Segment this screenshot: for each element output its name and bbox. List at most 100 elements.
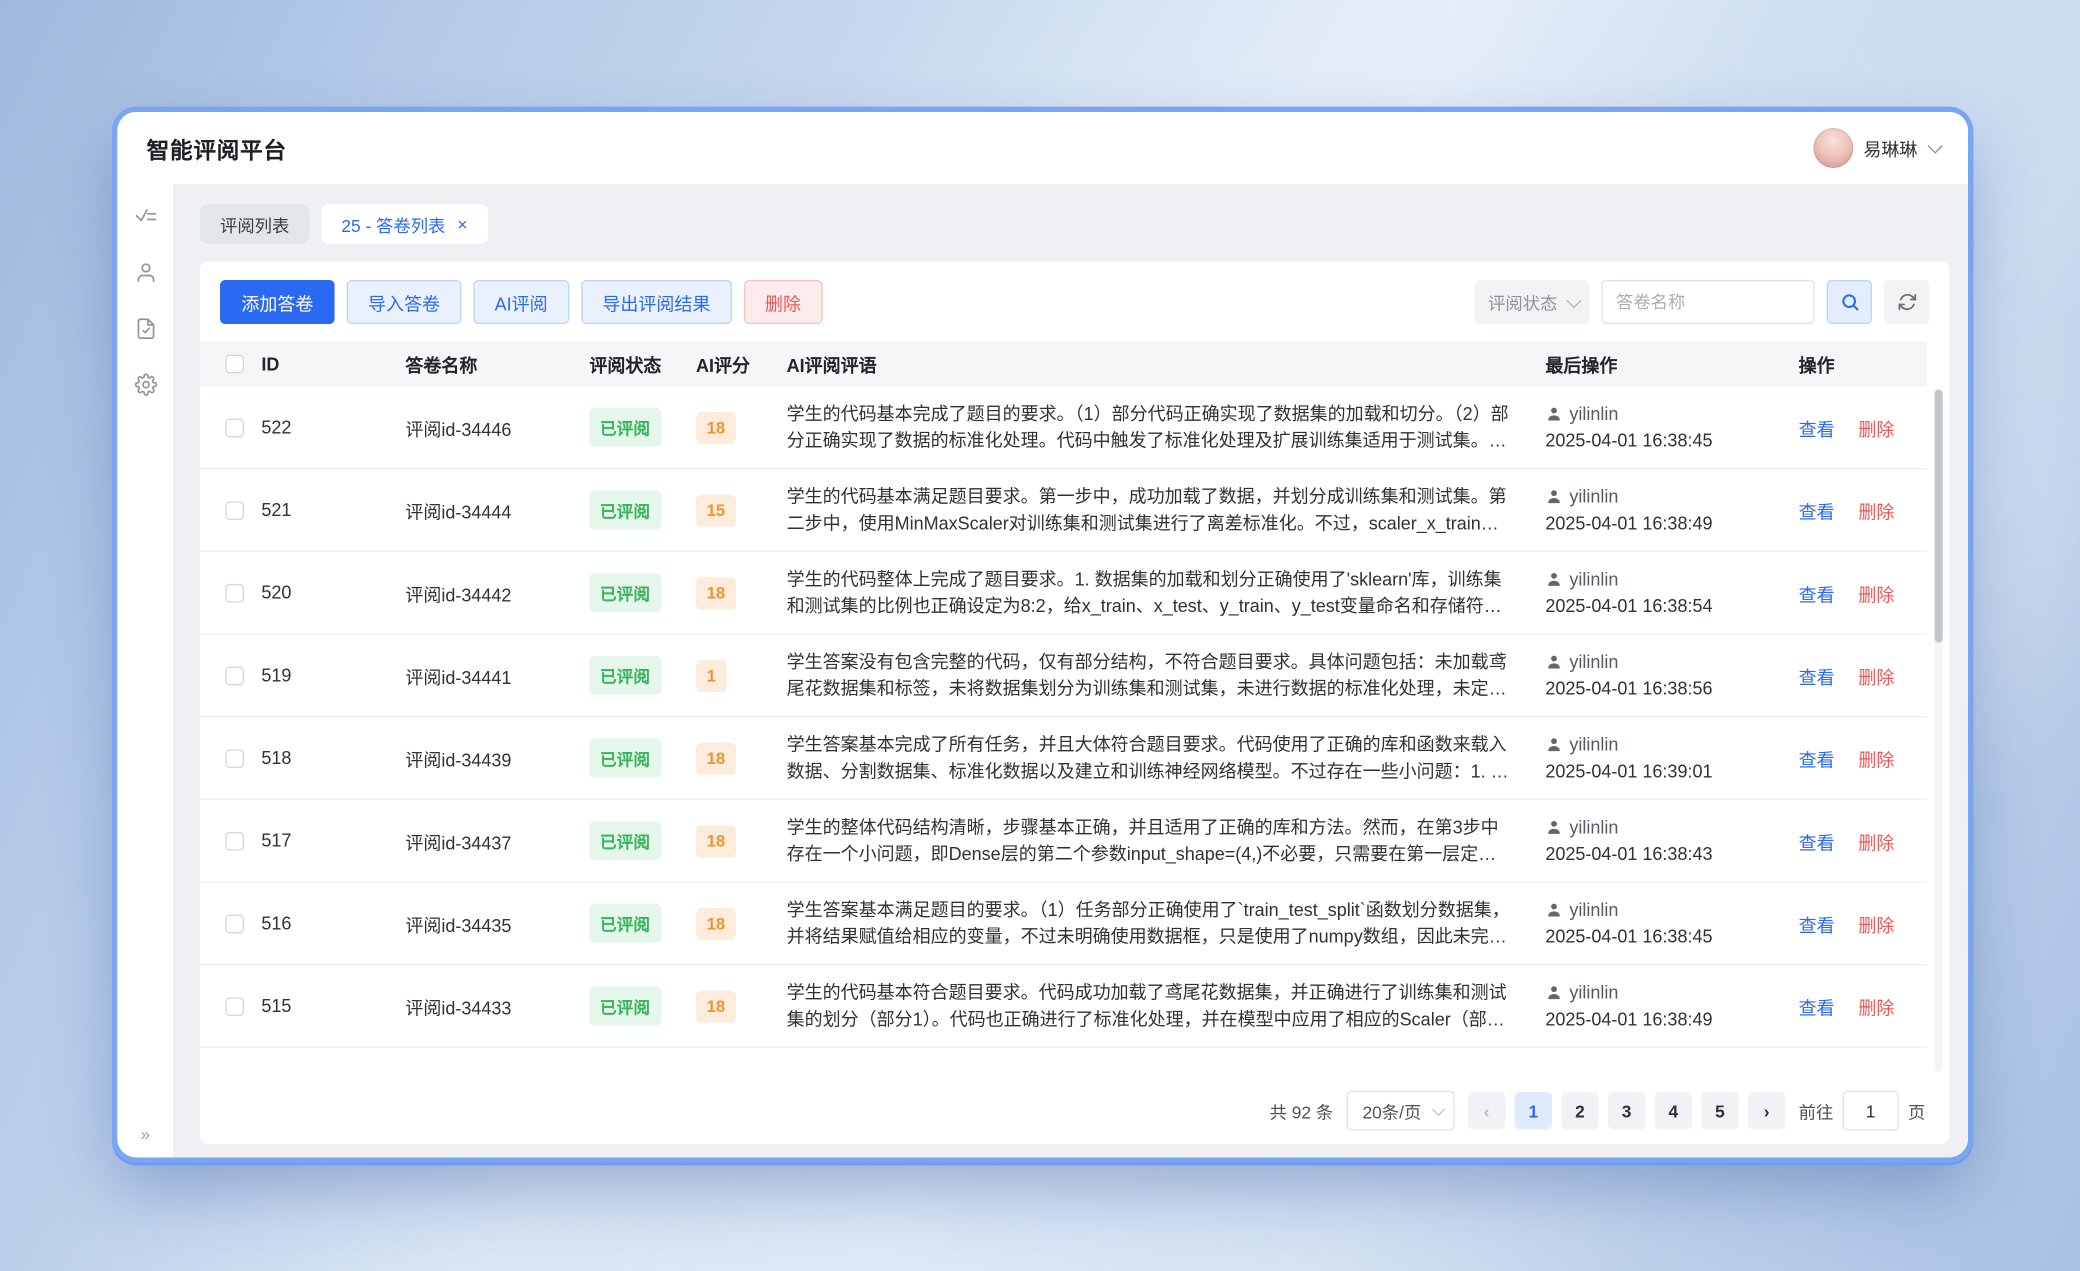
delete-button[interactable]: 删除 xyxy=(744,280,823,324)
view-link[interactable]: 查看 xyxy=(1799,502,1835,522)
operator-name: yilinlin xyxy=(1569,401,1618,426)
row-checkbox[interactable] xyxy=(225,583,244,602)
page-button-4[interactable]: 4 xyxy=(1655,1092,1692,1129)
user-icon xyxy=(134,261,157,284)
score-badge: 15 xyxy=(696,494,736,526)
view-link[interactable]: 查看 xyxy=(1799,419,1835,439)
cell-id: 520 xyxy=(261,583,405,603)
delete-link[interactable]: 删除 xyxy=(1858,667,1894,687)
view-link[interactable]: 查看 xyxy=(1799,998,1835,1018)
delete-link[interactable]: 删除 xyxy=(1858,915,1894,935)
goto-page-input[interactable] xyxy=(1843,1091,1899,1131)
page-size-value: 20条/页 xyxy=(1363,1098,1422,1123)
last-operation-time: 2025-04-01 16:38:45 xyxy=(1545,922,1798,950)
page-size-select[interactable]: 20条/页 xyxy=(1347,1091,1455,1131)
operator-name: yilinlin xyxy=(1569,897,1618,922)
row-checkbox[interactable] xyxy=(225,418,244,437)
status-badge: 已评阅 xyxy=(589,904,660,943)
pagination-bar: 共 92 条 20条/页 ‹ 1 2 3 4 5 › xyxy=(200,1077,1949,1144)
last-operator: yilinlin xyxy=(1545,897,1798,922)
cell-name: 评阅id-34444 xyxy=(405,497,589,524)
row-checkbox[interactable] xyxy=(225,666,244,685)
search-icon xyxy=(1839,292,1859,312)
add-answer-button[interactable]: 添加答卷 xyxy=(220,280,335,324)
next-page-button[interactable]: › xyxy=(1748,1092,1785,1129)
page-button-2[interactable]: 2 xyxy=(1561,1092,1598,1129)
last-operator: yilinlin xyxy=(1545,483,1798,508)
select-all-checkbox[interactable] xyxy=(225,355,244,374)
column-header-score: AI评分 xyxy=(696,351,787,378)
operator-name: yilinlin xyxy=(1569,731,1618,756)
chevron-down-icon xyxy=(1566,293,1581,308)
cell-id: 516 xyxy=(261,913,405,933)
avatar[interactable] xyxy=(1813,128,1853,168)
table-row: 519 评阅id-34441 已评阅 1 学生答案没有包含完整的代码，仅有部分结… xyxy=(200,635,1927,718)
last-operator: yilinlin xyxy=(1545,731,1798,756)
tab-answer-sheet-list[interactable]: 25 - 答卷列表 × xyxy=(321,204,487,244)
row-checkbox[interactable] xyxy=(225,831,244,850)
sidebar-item-review-checklist[interactable] xyxy=(134,205,157,228)
refresh-button[interactable] xyxy=(1884,280,1929,324)
import-answer-button[interactable]: 导入答卷 xyxy=(347,280,462,324)
page-button-1[interactable]: 1 xyxy=(1515,1092,1552,1129)
delete-link[interactable]: 删除 xyxy=(1858,750,1894,770)
table-row: 516 评阅id-34435 已评阅 18 学生答案基本满足题目的要求。（1）任… xyxy=(200,883,1927,966)
sidebar-collapse-button[interactable]: » xyxy=(140,1124,150,1144)
table-header-row: ID 答卷名称 评阅状态 AI评分 AI评阅评语 最后操作 操作 xyxy=(200,341,1927,386)
user-name: 易琳琳 xyxy=(1863,135,1917,162)
sidebar-item-documents[interactable] xyxy=(134,317,157,340)
row-checkbox[interactable] xyxy=(225,997,244,1016)
answer-name-input[interactable] xyxy=(1601,280,1814,324)
delete-link[interactable]: 删除 xyxy=(1858,419,1894,439)
column-header-name: 答卷名称 xyxy=(405,351,589,378)
delete-link[interactable]: 删除 xyxy=(1858,585,1894,605)
score-badge: 18 xyxy=(696,907,736,939)
view-link[interactable]: 查看 xyxy=(1799,667,1835,687)
search-button[interactable] xyxy=(1827,280,1872,324)
page-button-5[interactable]: 5 xyxy=(1701,1092,1738,1129)
person-icon xyxy=(1545,653,1562,670)
table-row: 517 评阅id-34437 已评阅 18 学生的整体代码结构清晰，步骤基本正确… xyxy=(200,800,1927,883)
view-link[interactable]: 查看 xyxy=(1799,915,1835,935)
row-checkbox[interactable] xyxy=(225,749,244,768)
cell-ai-comment: 学生答案基本完成了所有任务，并且大体符合题目要求。代码使用了正确的库和函数来载入… xyxy=(787,731,1511,784)
row-checkbox[interactable] xyxy=(225,501,244,520)
score-badge: 18 xyxy=(696,411,736,443)
goto-label: 前往 xyxy=(1799,1098,1834,1123)
view-link[interactable]: 查看 xyxy=(1799,833,1835,853)
user-menu[interactable]: 易琳琳 xyxy=(1813,128,1939,168)
last-operator: yilinlin xyxy=(1545,566,1798,591)
total-count: 共 92 条 xyxy=(1270,1098,1334,1123)
cell-ai-comment: 学生答案基本满足题目的要求。（1）任务部分正确使用了`train_test_sp… xyxy=(787,897,1511,950)
score-badge: 18 xyxy=(696,577,736,609)
delete-link[interactable]: 删除 xyxy=(1858,998,1894,1018)
scrollbar-thumb[interactable] xyxy=(1935,389,1943,642)
view-link[interactable]: 查看 xyxy=(1799,585,1835,605)
close-icon[interactable]: × xyxy=(457,215,467,232)
tab-review-list[interactable]: 评阅列表 xyxy=(200,204,309,244)
page-button-3[interactable]: 3 xyxy=(1608,1092,1645,1129)
sidebar-item-settings[interactable] xyxy=(134,373,157,396)
row-checkbox[interactable] xyxy=(225,914,244,933)
cell-ai-comment: 学生的代码基本符合题目要求。代码成功加载了鸢尾花数据集，并正确进行了训练集和测试… xyxy=(787,979,1511,1032)
operator-name: yilinlin xyxy=(1569,979,1618,1004)
sidebar-item-users[interactable] xyxy=(134,261,157,284)
last-operation-time: 2025-04-01 16:38:56 xyxy=(1545,674,1798,702)
ai-review-button[interactable]: AI评阅 xyxy=(473,280,569,324)
cell-ai-comment: 学生的代码整体上完成了题目要求。1. 数据集的加载和划分正确使用了'sklear… xyxy=(787,566,1511,619)
score-badge: 18 xyxy=(696,742,736,774)
view-link[interactable]: 查看 xyxy=(1799,750,1835,770)
score-badge: 18 xyxy=(696,990,736,1022)
prev-page-button[interactable]: ‹ xyxy=(1468,1092,1505,1129)
cell-name: 评阅id-34442 xyxy=(405,579,589,606)
export-results-button[interactable]: 导出评阅结果 xyxy=(581,280,732,324)
table-row: 520 评阅id-34442 已评阅 18 学生的代码整体上完成了题目要求。1.… xyxy=(200,552,1927,635)
delete-link[interactable]: 删除 xyxy=(1858,502,1894,522)
chevron-down-icon xyxy=(1432,1102,1445,1115)
cell-name: 评阅id-34433 xyxy=(405,993,589,1020)
last-operator: yilinlin xyxy=(1545,649,1798,674)
delete-link[interactable]: 删除 xyxy=(1858,833,1894,853)
review-status-select[interactable]: 评阅状态 xyxy=(1475,280,1590,324)
answer-table: ID 答卷名称 评阅状态 AI评分 AI评阅评语 最后操作 操作 522 评阅i… xyxy=(200,341,1949,1077)
goto-unit: 页 xyxy=(1908,1098,1925,1123)
